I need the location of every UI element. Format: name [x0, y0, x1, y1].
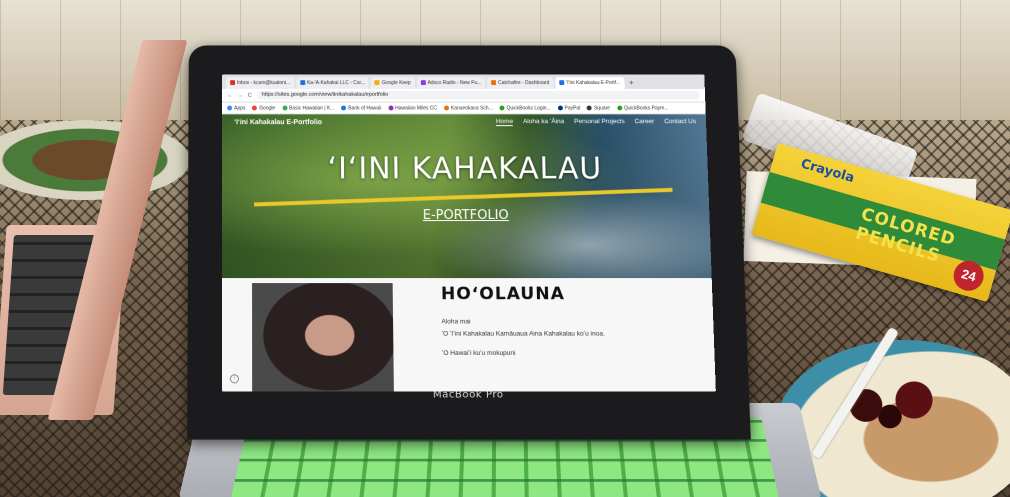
bookmark-label: Apps [234, 105, 245, 111]
hero-title: ʻIʻINI KAHAKALAU [222, 152, 708, 187]
intro-section: i HOʻOLAUNA Aloha mai ʻO ʻIʻini Kahakala… [222, 278, 716, 392]
radio-icon [421, 80, 426, 85]
bookmarks-bar: Apps Google Basic Hawaiian | K... Bank o… [222, 103, 706, 115]
new-tab-button[interactable]: + [626, 77, 637, 89]
tab-label: Google Keep [382, 80, 411, 86]
bookmark-label: Hawaiian Miles CC [395, 105, 437, 111]
bookmark-label: Kanaeokana Sch... [451, 105, 493, 111]
intro-line-2: ʻO Hawaiʻi kuʻu mokupuni [442, 350, 516, 357]
nav-aloha-ka-aina[interactable]: Aloha ka ʻĀina [523, 118, 564, 126]
back-icon[interactable]: ← [227, 92, 232, 98]
square-icon [587, 105, 592, 110]
catchafire-icon [491, 80, 496, 85]
bookmark-label: QuickBooks Paym... [624, 105, 669, 111]
nav-personal-projects[interactable]: Personal Projects [574, 118, 625, 126]
tab-label: ʻIʻini Kahakalau E-Portf... [566, 80, 620, 86]
hero-subtitle: E-PORTFOLIO [222, 208, 710, 223]
forward-icon[interactable]: → [238, 92, 243, 98]
section-heading: HOʻOLAUNA [441, 284, 565, 304]
bookmark[interactable]: Square [587, 105, 610, 111]
site-nav: Home Aloha ka ʻĀina Personal Projects Ca… [496, 118, 696, 126]
browser-tab[interactable]: Adsco Radio - New Pu... [417, 77, 486, 89]
bank-icon [341, 105, 346, 110]
nav-career[interactable]: Career [634, 118, 654, 126]
info-icon[interactable]: i [230, 374, 239, 383]
address-bar: ← → C https://sites.google.com/view/iini… [222, 89, 705, 103]
bookmark[interactable]: Bank of Hawaii [341, 105, 381, 111]
nav-contact-us[interactable]: Contact Us [664, 118, 696, 126]
quickbooks-icon [617, 105, 622, 110]
browser-tab[interactable]: Google Keep [371, 77, 415, 89]
greeting-text: Aloha mai [441, 318, 470, 325]
bookmark-label: Google [259, 105, 275, 111]
browser-tab[interactable]: Catchafire - Dashboard [487, 77, 553, 89]
bookmark[interactable]: QuickBooks Paym... [617, 105, 669, 111]
tab-label: Catchafire - Dashboard [498, 80, 549, 86]
airline-icon [388, 105, 393, 110]
bookmark-label: Bank of Hawaii [348, 105, 381, 111]
apps-icon [227, 105, 232, 110]
laptop-screen: Inbox - kcam@kualoni... Ka-'A-Kahakai LL… [222, 74, 716, 391]
bookmark[interactable]: Kanaeokana Sch... [444, 105, 493, 111]
paypal-icon [557, 105, 562, 110]
browser-tab-active[interactable]: ʻIʻini Kahakalau E-Portf... [555, 77, 624, 89]
browser-tab-bar: Inbox - kcam@kualoni... Ka-'A-Kahakai LL… [222, 74, 705, 89]
photo-scene: Crayola COLORED PENCILS 24 MacBook Pro I… [0, 0, 1010, 497]
nav-home[interactable]: Home [496, 118, 513, 126]
hero-banner: ʻIʻini Kahakalau E-Portfolio Home Aloha … [222, 114, 712, 278]
bookmark[interactable]: PayPal [557, 105, 580, 111]
browser-tab[interactable]: Ka-'A-Kahakai LLC - Cor... [296, 77, 369, 89]
intro-line-1: ʻO ʻIʻini Kahakalau Kamāuaua Aina Kahaka… [442, 331, 605, 338]
keep-icon [375, 80, 380, 85]
url-field[interactable]: https://sites.google.com/view/iinikahaka… [257, 91, 700, 100]
bookmark-icon [282, 105, 287, 110]
gmail-icon [230, 80, 235, 85]
browser-tab[interactable]: Inbox - kcam@kualoni... [226, 77, 294, 89]
sites-icon [559, 80, 564, 85]
bookmark[interactable]: Hawaiian Miles CC [388, 105, 437, 111]
tab-label: Adsco Radio - New Pu... [427, 80, 481, 86]
profile-photo [252, 283, 394, 392]
bookmark[interactable]: Apps [227, 105, 245, 111]
reload-icon[interactable]: C [248, 92, 252, 98]
google-icon [252, 105, 257, 110]
bookmark-label: PayPal [564, 105, 580, 111]
bookmark-label: Basic Hawaiian | K... [289, 105, 334, 111]
bookmark[interactable]: Basic Hawaiian | K... [282, 105, 334, 111]
school-icon [444, 105, 449, 110]
quickbooks-icon [500, 105, 505, 110]
bookmark[interactable]: Google [252, 105, 275, 111]
tab-label: Inbox - kcam@kualoni... [237, 80, 290, 86]
bookmark-label: QuickBooks Login... [507, 105, 551, 111]
site-name[interactable]: ʻIʻini Kahakalau E-Portfolio [234, 119, 322, 126]
bookmark-label: Square [594, 105, 610, 111]
bookmark[interactable]: QuickBooks Login... [500, 105, 551, 111]
tab-label: Ka-'A-Kahakai LLC - Cor... [307, 80, 365, 86]
sheets-icon [300, 80, 305, 85]
